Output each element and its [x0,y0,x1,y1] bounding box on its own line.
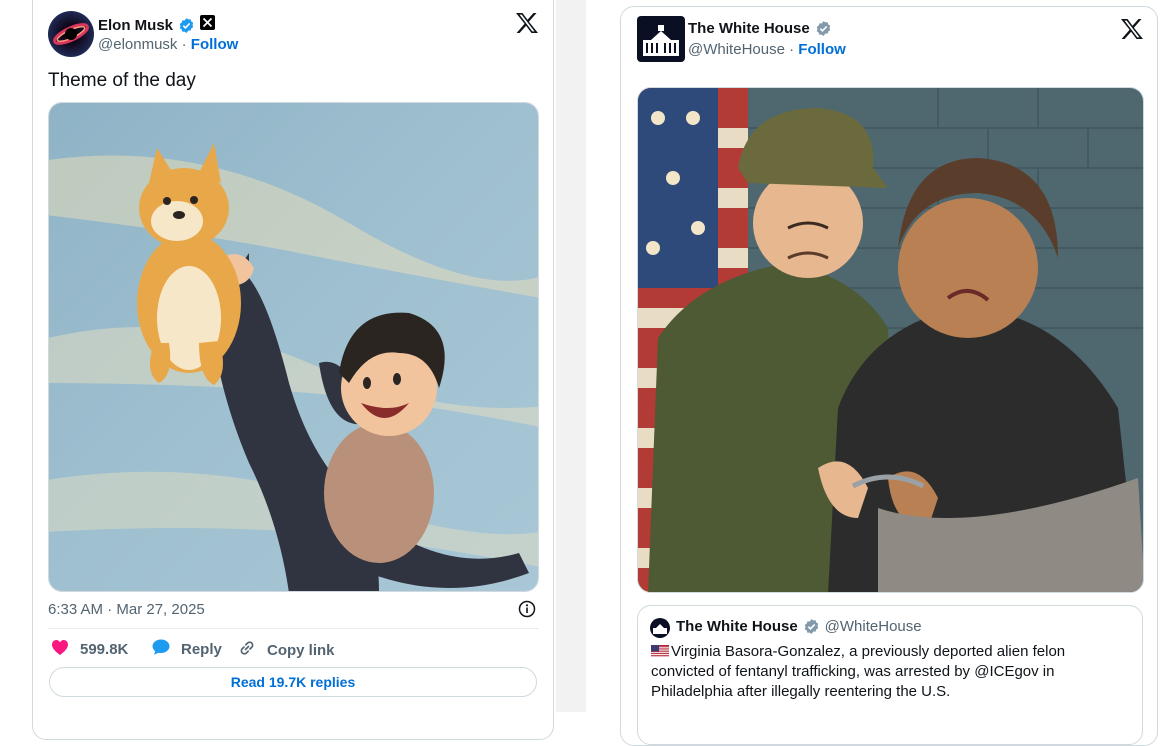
tweet-card-whitehouse: The White House @WhiteHouse · Follow The… [620,6,1158,746]
reply-bubble-icon [151,638,171,660]
author-handle[interactable]: @WhiteHouse [688,41,785,58]
screenshot-gap [556,0,586,712]
affiliate-x-badge-icon [200,15,216,35]
follow-button[interactable]: Follow [798,41,846,58]
tweet-image-arrest-illustration[interactable] [637,87,1144,593]
info-icon[interactable] [518,600,536,618]
divider [48,628,539,629]
like-button[interactable]: 599.8K [50,638,128,660]
quoted-author-name: The White House [676,618,798,635]
tweet-card-elon: Elon Musk @elonmusk · Follow Theme of th… [32,0,554,740]
tweet-image-doge-illustration[interactable] [48,102,539,592]
author-name[interactable]: The White House [688,20,810,37]
link-icon [237,638,257,662]
x-logo-icon[interactable] [1120,18,1144,40]
avatar-whitehouse[interactable] [637,16,685,62]
author-handle[interactable]: @elonmusk [98,36,177,53]
quoted-author-handle: @WhiteHouse [824,618,922,635]
author-name[interactable]: Elon Musk [98,17,173,34]
copy-link-button[interactable]: Copy link [237,638,335,662]
copy-link-label: Copy link [267,641,335,659]
heart-icon [50,638,70,660]
us-flag-icon [651,643,669,657]
tweet-text: Theme of the day [48,70,196,91]
separator: · [181,36,187,53]
quoted-tweet-text-container: Virginia Basora-Gonzalez, a previously d… [651,642,1121,702]
x-logo-icon[interactable] [515,12,539,34]
quoted-avatar [650,618,670,638]
read-replies-button[interactable]: Read 19.7K replies [49,667,537,697]
reply-label: Reply [181,640,222,658]
verified-badge-icon [815,20,832,37]
follow-button[interactable]: Follow [191,36,239,53]
like-count: 599.8K [80,640,129,658]
quoted-tweet[interactable]: The White House @WhiteHouse Virginia Bas… [637,605,1143,745]
quoted-tweet-text: Virginia Basora-Gonzalez, a previously d… [651,643,1066,700]
avatar-elon[interactable] [48,11,94,57]
verified-badge-icon [178,17,195,34]
reply-button[interactable]: Reply [151,638,222,660]
verified-badge-icon [803,618,820,635]
separator: · [789,41,795,58]
tweet-timestamp[interactable]: 6:33 AM · Mar 27, 2025 [48,601,205,618]
